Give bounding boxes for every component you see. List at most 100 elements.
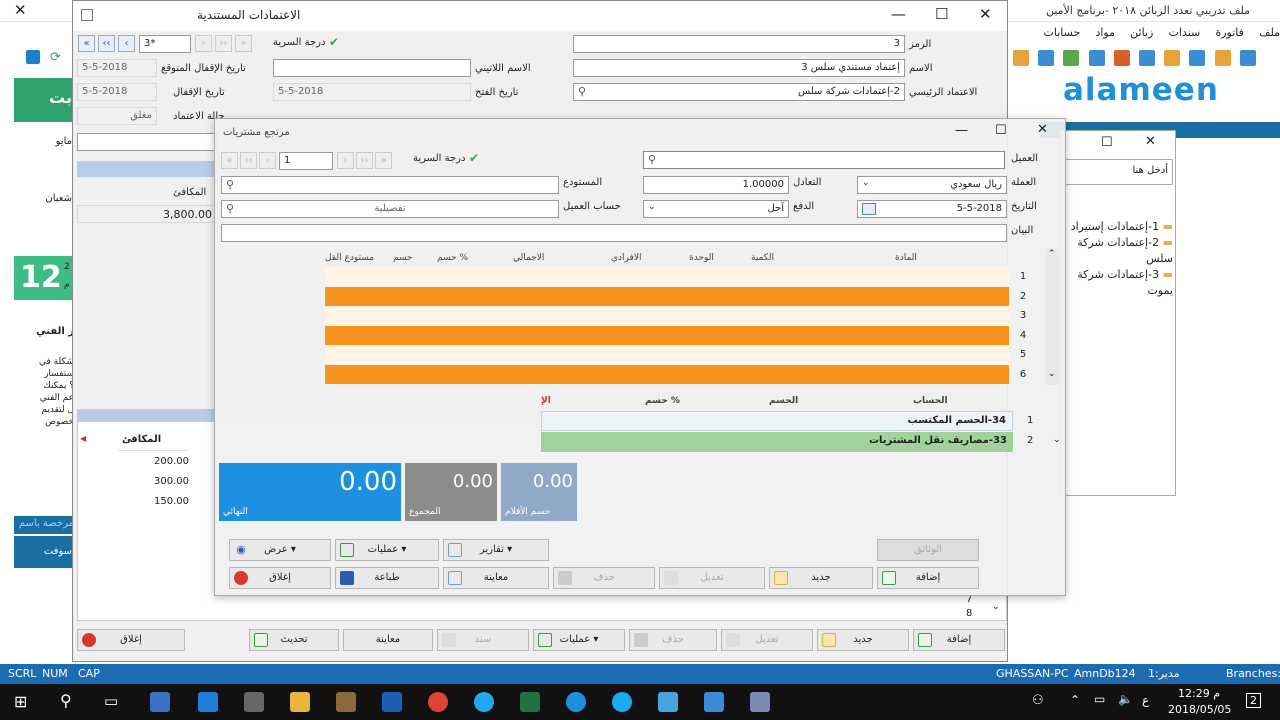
- print-button[interactable]: طباعة: [335, 567, 439, 589]
- app-icon[interactable]: [750, 692, 770, 712]
- voucher-button[interactable]: سند: [437, 629, 529, 651]
- currency-select[interactable]: ريال سعودي ⌄: [857, 176, 1007, 194]
- grid-cell[interactable]: 300.00: [154, 476, 189, 487]
- main-credit-field[interactable]: 2-إعتمادات شركة سلس ⚲: [573, 83, 905, 101]
- grid-cell[interactable]: 150.00: [154, 496, 189, 507]
- table-row[interactable]: 33-مصاريف نقل المشتريات: [541, 432, 1013, 452]
- record-number-field[interactable]: 3*: [139, 35, 191, 53]
- search-icon[interactable]: ⚲: [60, 691, 72, 710]
- edit-button[interactable]: تعديل: [721, 629, 813, 651]
- view-button[interactable]: ◉ عرض ▾: [229, 539, 331, 561]
- nav-prev-icon[interactable]: ‹: [118, 35, 135, 52]
- account-field[interactable]: [77, 133, 217, 151]
- nav-next-page-icon[interactable]: ››: [215, 35, 232, 52]
- language-indicator[interactable]: ع: [1142, 693, 1149, 707]
- toolbar-icon[interactable]: [1013, 50, 1029, 66]
- customer-account-field[interactable]: تفصيلية ⚲: [221, 200, 559, 218]
- preview-button[interactable]: معاينة: [443, 567, 549, 589]
- nav-prev-page-icon[interactable]: ‹‹: [240, 152, 257, 169]
- close-icon[interactable]: ✕: [1145, 134, 1156, 149]
- toolbar-icon[interactable]: [1214, 50, 1231, 66]
- tree-item[interactable]: ▬ 2-إعتمادات شركة سلس: [1065, 235, 1173, 267]
- nav-first-icon[interactable]: «: [221, 152, 238, 169]
- documents-button[interactable]: الوثائق: [877, 539, 979, 561]
- grid-cell[interactable]: 200.00: [154, 456, 189, 467]
- table-row[interactable]: [325, 287, 1009, 306]
- customer-field[interactable]: ⚲: [643, 151, 1005, 169]
- network-icon[interactable]: ▭: [1094, 692, 1105, 706]
- clock-date[interactable]: 2018/05/05: [1168, 703, 1231, 716]
- toolbar-icon[interactable]: [1113, 50, 1130, 66]
- close-icon[interactable]: ✕: [979, 5, 992, 23]
- search-icon[interactable]: ⚲: [578, 85, 586, 98]
- date-field[interactable]: 5-5-2018: [857, 200, 1007, 218]
- explorer-icon[interactable]: [290, 692, 310, 712]
- chevron-up-icon[interactable]: ⌃: [1070, 693, 1080, 707]
- latin-name-field[interactable]: [273, 59, 471, 77]
- new-button[interactable]: جديد: [817, 629, 909, 651]
- scroll-down-icon[interactable]: ⌄: [1053, 435, 1061, 445]
- close-button[interactable]: إغلاق: [229, 567, 331, 589]
- skype-icon[interactable]: [612, 692, 632, 712]
- close-icon[interactable]: ✕: [1037, 122, 1048, 137]
- store-icon[interactable]: [244, 692, 264, 712]
- reports-button[interactable]: تقارير ▾: [443, 539, 549, 561]
- app-icon[interactable]: [658, 692, 678, 712]
- clock-time[interactable]: م 12:29: [1178, 687, 1220, 700]
- nav-last-icon[interactable]: »: [235, 35, 252, 52]
- menu-file[interactable]: ملف: [1259, 22, 1280, 39]
- payment-select[interactable]: آجل ⌄: [643, 200, 789, 218]
- toolbar-icon[interactable]: [1088, 50, 1105, 66]
- volume-icon[interactable]: 🔈: [1118, 692, 1133, 706]
- search-icon[interactable]: ⚲: [648, 153, 656, 166]
- people-icon[interactable]: ⚇: [1032, 693, 1044, 708]
- toolbar-icon[interactable]: [1189, 50, 1206, 66]
- table-row[interactable]: [325, 326, 1009, 345]
- nav-last-icon[interactable]: »: [375, 152, 392, 169]
- nav-first-icon[interactable]: «: [78, 35, 95, 52]
- warehouse-field[interactable]: ⚲: [221, 176, 559, 194]
- status-field[interactable]: مغلق: [77, 107, 157, 125]
- search-icon[interactable]: ⚲: [226, 202, 234, 215]
- scroll-down-icon[interactable]: ⌄: [1048, 369, 1056, 379]
- table-row[interactable]: [325, 346, 1009, 365]
- tree-item[interactable]: ▬ 1-إعتمادات إستيراد: [1065, 219, 1173, 235]
- tool-icon[interactable]: [336, 692, 356, 712]
- menu-customers[interactable]: زبائن: [1130, 22, 1153, 39]
- toolbar-icon[interactable]: [1038, 50, 1055, 66]
- calculator-icon[interactable]: [26, 50, 40, 64]
- maximize-icon[interactable]: ☐: [1101, 135, 1113, 150]
- ie-icon[interactable]: [566, 692, 586, 712]
- statement-field[interactable]: [221, 224, 1007, 242]
- app-close-icon[interactable]: ✕: [14, 1, 27, 19]
- delete-button[interactable]: حذف: [629, 629, 717, 651]
- expected-close-field[interactable]: 5-5-2018: [77, 59, 157, 77]
- table-row[interactable]: 34-الحسم المكتسب: [541, 411, 1013, 431]
- nav-next-icon[interactable]: ›: [195, 35, 212, 52]
- new-button[interactable]: جديد: [769, 567, 873, 589]
- task-view-icon[interactable]: ▭: [104, 692, 118, 710]
- open-date-field[interactable]: 5-5-2018: [273, 83, 471, 101]
- scroll-up-icon[interactable]: ⌃: [1048, 249, 1056, 259]
- edit-button[interactable]: تعديل: [659, 567, 765, 589]
- menu-accounts[interactable]: حسابات: [1044, 22, 1081, 39]
- minimize-icon[interactable]: —: [955, 123, 968, 138]
- rate-field[interactable]: 1.00000: [643, 176, 789, 194]
- preview-button[interactable]: معاينة: [343, 629, 433, 651]
- edge-icon[interactable]: [198, 692, 218, 712]
- maximize-icon[interactable]: ☐: [935, 5, 948, 23]
- toolbar-icon[interactable]: [1239, 50, 1256, 66]
- reward-field[interactable]: 3,800.00: [77, 205, 217, 223]
- code-field[interactable]: 3: [573, 35, 905, 53]
- tree-item[interactable]: ▬ 3-إعتمادات شركة يموت: [1065, 267, 1173, 299]
- refresh-icon[interactable]: ⟳: [50, 50, 61, 65]
- toolbar-icon[interactable]: [1063, 50, 1080, 66]
- nav-prev-icon[interactable]: ‹: [259, 152, 276, 169]
- close-date-field[interactable]: 5-5-2018: [77, 83, 157, 101]
- menu-items[interactable]: مواد: [1095, 22, 1115, 39]
- nav-next-icon[interactable]: ›: [337, 152, 354, 169]
- menu-vouchers[interactable]: سندات: [1169, 22, 1201, 39]
- nav-next-page-icon[interactable]: ››: [356, 152, 373, 169]
- maximize-icon[interactable]: ☐: [995, 123, 1007, 138]
- outlook-icon[interactable]: [382, 692, 402, 712]
